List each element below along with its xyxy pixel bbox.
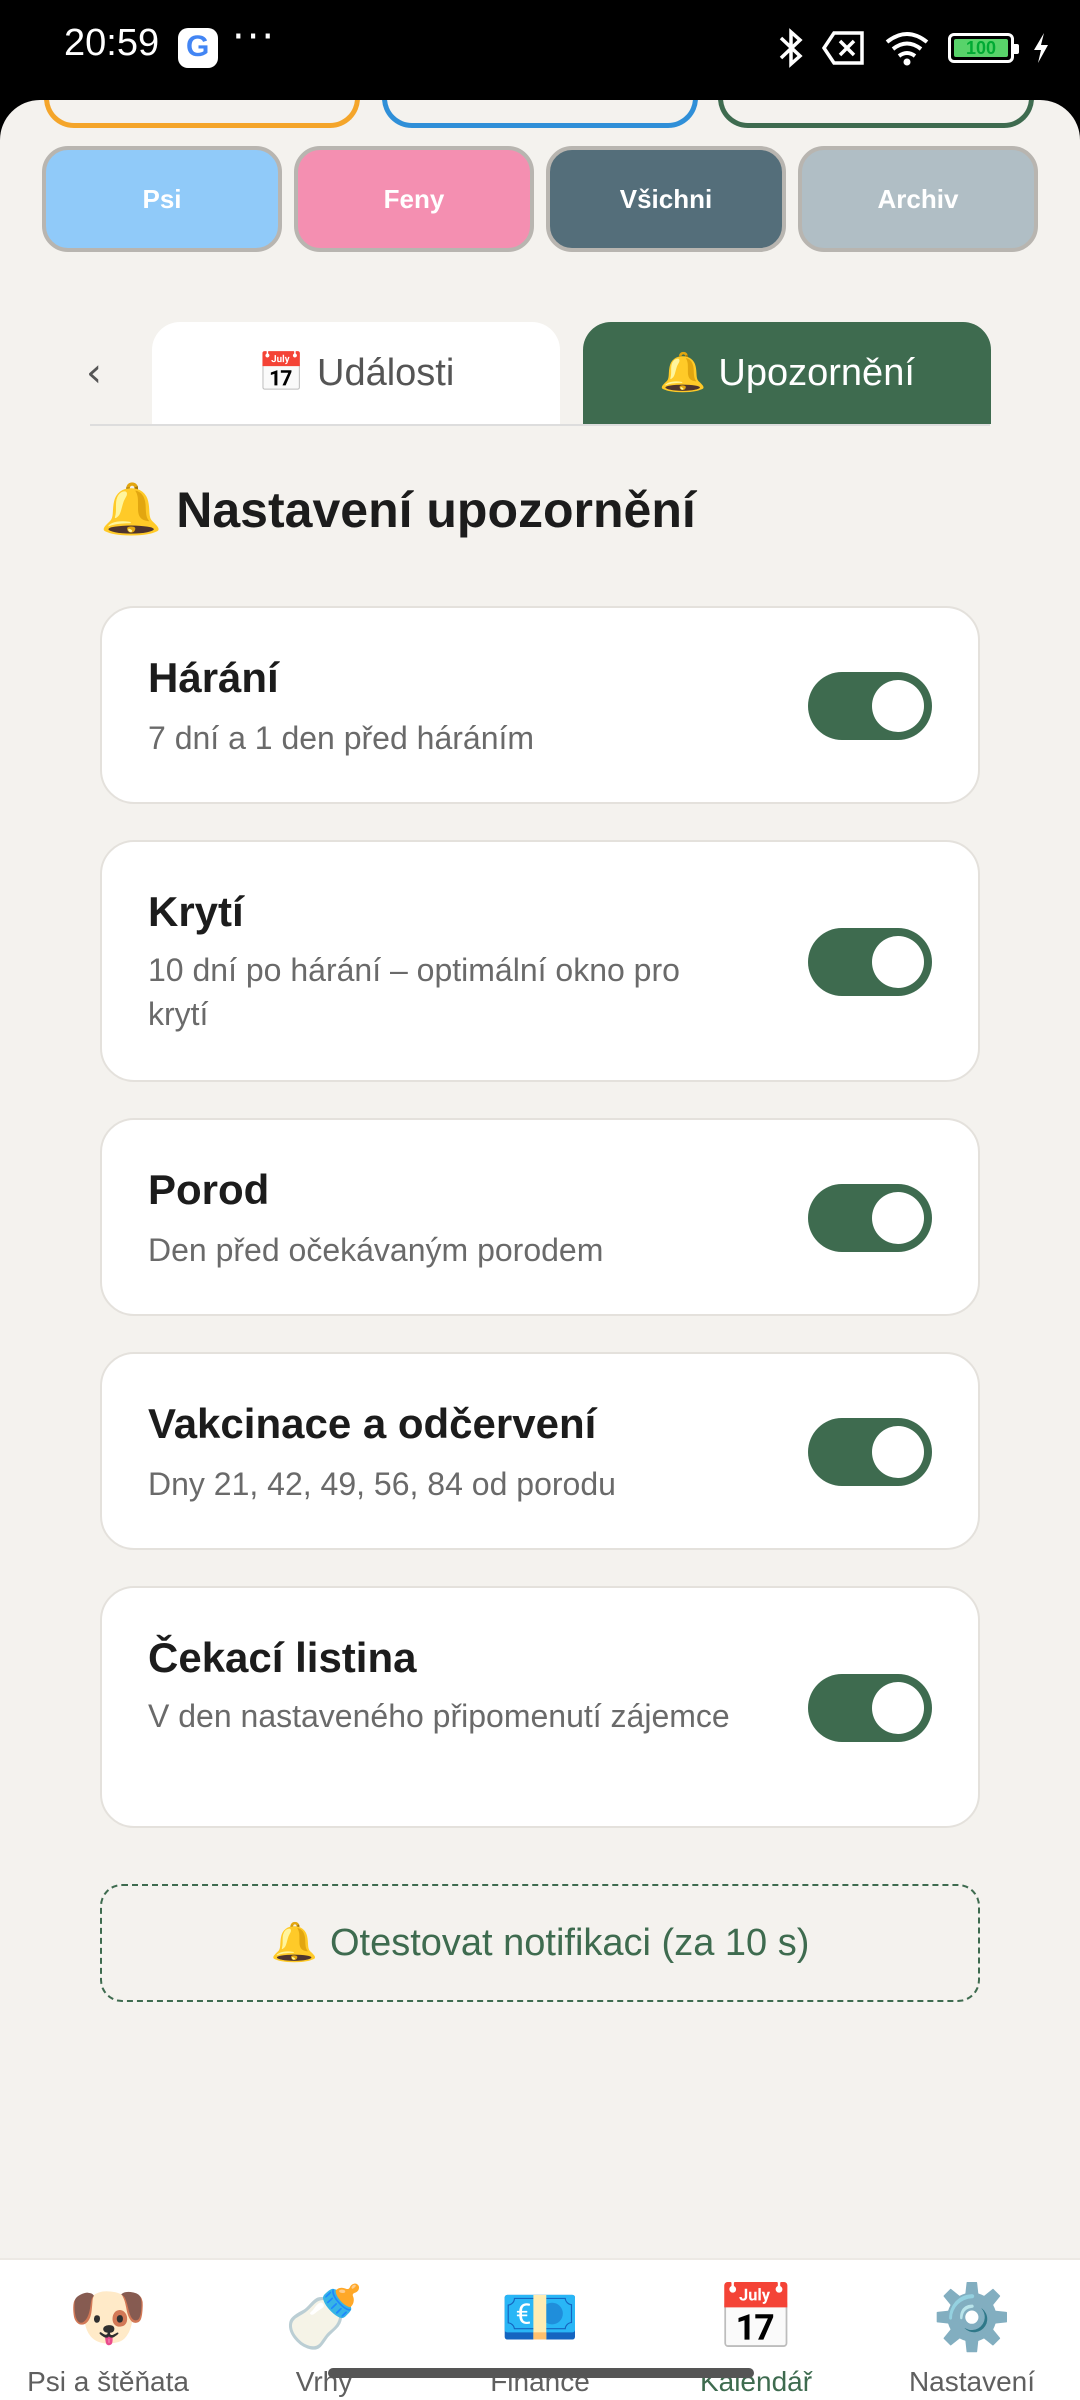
test-notification-label: Otestovat notifikaci (za 10 s) [329, 1921, 810, 1964]
nav-nastaveni[interactable]: ⚙️ Nastavení [864, 2278, 1080, 2398]
nav-finance[interactable]: 💶 Finance [432, 2278, 648, 2398]
tab-divider [90, 424, 990, 426]
notification-title: Vakcinace a odčervení [148, 1400, 597, 1447]
bluetooth-icon [779, 28, 803, 68]
battery-icon: 100 [948, 33, 1019, 63]
scrolled-card-edge [718, 100, 1034, 128]
test-notification-button[interactable]: 🔔 Otestovat notifikaci (za 10 s) [100, 1884, 980, 2002]
charging-icon [1034, 33, 1048, 63]
notification-title: Čekací listina [148, 1634, 417, 1681]
wifi-icon [885, 32, 929, 66]
nav-vrhy[interactable]: 🍼 Vrhy [216, 2278, 432, 2398]
nav-psi-a-stenata[interactable]: 🐶 Psi a štěňata [0, 2278, 216, 2398]
no-sim-icon [822, 31, 864, 65]
bell-icon: 🔔 [100, 481, 163, 537]
notification-title: Hárání [148, 654, 279, 701]
section-title-text: Nastavení upozornění [176, 481, 696, 538]
status-bar: 20:59 G ··· 100 [0, 0, 1080, 100]
gear-icon: ⚙️ [932, 2281, 1012, 2355]
home-indicator[interactable] [328, 2368, 754, 2378]
section-title: 🔔 Nastavení upozornění [100, 480, 696, 539]
scrolled-card-edge [382, 100, 698, 128]
filter-psi[interactable]: Psi [42, 146, 282, 252]
notification-card-vakcinace: Vakcinace a odčervení Dny 21, 42, 49, 56… [100, 1352, 980, 1550]
bell-icon: 🔔 [659, 352, 707, 394]
filter-archiv[interactable]: Archiv [798, 146, 1038, 252]
euro-banknote-icon: 💶 [500, 2281, 580, 2355]
filter-vsichni[interactable]: Všichni [546, 146, 786, 252]
tab-alerts-label: Upozornění [718, 351, 915, 394]
notification-card-harani: Hárání 7 dní a 1 den před háráním [100, 606, 980, 804]
dog-icon: 🐶 [68, 2281, 148, 2355]
battery-level: 100 [965, 38, 997, 58]
notification-card-kryti: Krytí 10 dní po hárání – optimální okno … [100, 840, 980, 1082]
nav-label: Nastavení [908, 2366, 1036, 2397]
calendar-icon: 📅 [257, 352, 306, 394]
toggle-cekaci-listina[interactable] [808, 1674, 932, 1742]
notification-description: 10 dní po hárání – optimální okno pro kr… [148, 952, 680, 1032]
bottom-navigation: 🐶 Psi a štěňata 🍼 Vrhy 💶 Finance 📅 Kalen… [0, 2258, 1080, 2400]
nav-kalendar[interactable]: 📅 Kalendář [648, 2278, 864, 2398]
notification-description: 7 dní a 1 den před háráním [148, 720, 535, 756]
toggle-harani[interactable] [808, 672, 932, 740]
tab-events-label: Události [317, 351, 455, 394]
notification-title: Krytí [148, 888, 244, 935]
app-surface: Psi Feny Všichni Archiv ‹ 📅 Události 🔔 U… [0, 100, 1080, 2400]
tab-alerts[interactable]: 🔔 Upozornění [583, 322, 991, 424]
toggle-vakcinace[interactable] [808, 1418, 932, 1486]
tab-back-button[interactable]: ‹ [86, 350, 102, 396]
toggle-porod[interactable] [808, 1184, 932, 1252]
notification-description: Dny 21, 42, 49, 56, 84 od porodu [148, 1466, 616, 1502]
notification-title: Porod [148, 1166, 270, 1213]
status-time: 20:59 [64, 22, 160, 64]
tab-events[interactable]: 📅 Události [152, 322, 560, 424]
more-notifications-icon: ··· [232, 14, 277, 60]
toggle-kryti[interactable] [808, 928, 932, 996]
scrolled-card-edge [44, 100, 360, 128]
filter-feny[interactable]: Feny [294, 146, 534, 252]
notification-description: Den před očekávaným porodem [148, 1232, 604, 1268]
calendar-icon: 📅 [716, 2281, 796, 2355]
notification-description: V den nastaveného připomenutí zájemce [148, 1698, 730, 1734]
google-icon: G [178, 28, 218, 68]
nav-label: Psi a štěňata [27, 2366, 189, 2397]
bell-icon: 🔔 [270, 1922, 318, 1964]
baby-bottle-icon: 🍼 [284, 2281, 364, 2355]
notification-card-cekaci-listina: Čekací listina V den nastaveného připome… [100, 1586, 980, 1828]
notification-card-porod: Porod Den před očekávaným porodem [100, 1118, 980, 1316]
status-icons: 100 [778, 28, 1050, 68]
